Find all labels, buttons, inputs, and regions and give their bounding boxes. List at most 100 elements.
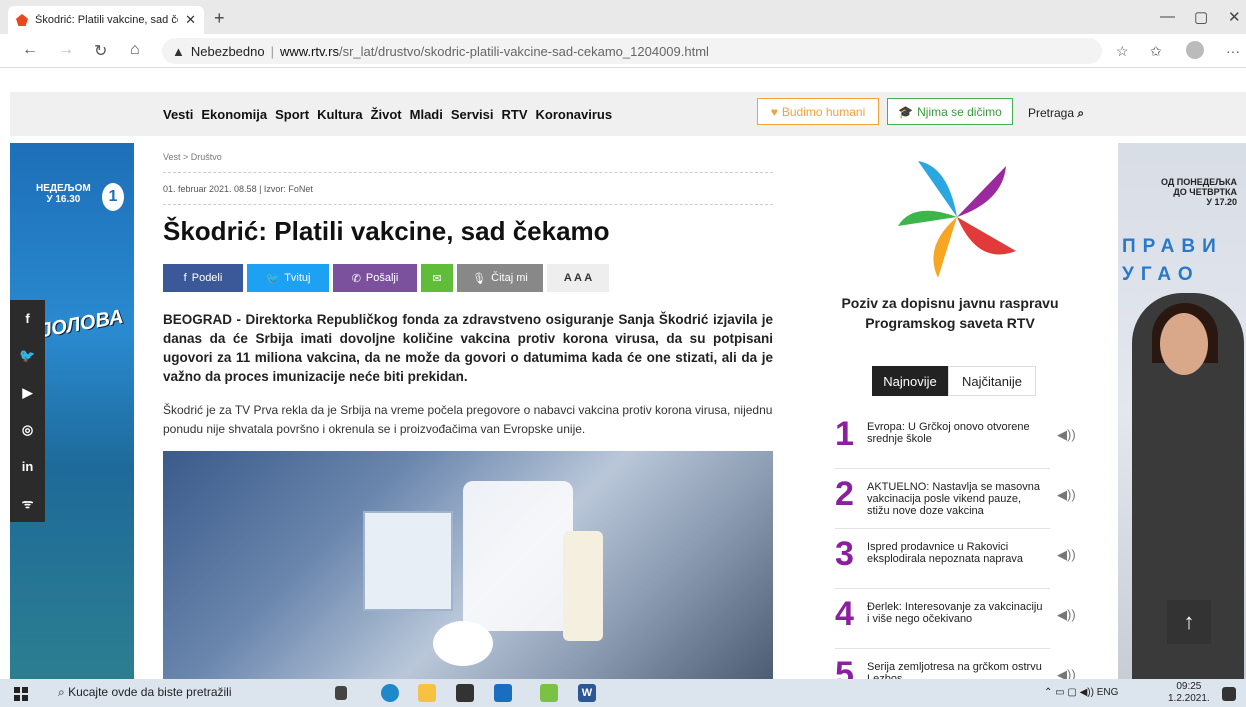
item-title[interactable]: Đerlek: Interesovanje za vakcinaciju i v… xyxy=(867,601,1043,625)
browser-tab-strip: Škodrić: Platili vakcine, sad čekar ✕ + … xyxy=(0,0,1246,34)
programski-savet-logo[interactable] xyxy=(898,156,1016,278)
nav-link-rtv[interactable]: RTV xyxy=(502,107,528,122)
speaker-icon[interactable]: ◀)) xyxy=(1057,547,1076,563)
article-photo xyxy=(163,451,773,679)
language-indicator[interactable]: ENG xyxy=(1097,687,1119,698)
home-icon[interactable]: ⌂ xyxy=(130,41,140,59)
maximize-icon[interactable]: ▢ xyxy=(1194,8,1208,26)
facebook-icon: f xyxy=(183,272,187,284)
security-label: Nebezbedno xyxy=(190,43,265,59)
item-number: 4 xyxy=(835,595,854,633)
minimize-icon[interactable]: — xyxy=(1160,8,1175,25)
search-button[interactable]: Pretraga ⌕ xyxy=(1028,106,1084,121)
file-explorer-icon[interactable] xyxy=(418,684,436,702)
new-tab-button[interactable]: + xyxy=(214,8,225,29)
word-icon[interactable]: W xyxy=(578,684,596,702)
facebook-icon[interactable]: f xyxy=(10,300,45,337)
right-ad-show-title: ПРАВИ УГАО xyxy=(1122,236,1223,285)
nav-link-koronavirus[interactable]: Koronavirus xyxy=(536,107,613,122)
item-title[interactable]: AKTUELNO: Nastavlja se masovna vakcinaci… xyxy=(867,481,1043,517)
nav-link-servisi[interactable]: Servisi xyxy=(451,107,494,122)
close-tab-icon[interactable]: ✕ xyxy=(185,12,196,28)
url-separator: | xyxy=(270,43,274,59)
windows-start-icon[interactable] xyxy=(14,687,28,701)
list-item[interactable]: 2 AKTUELNO: Nastavlja se masovna vakcina… xyxy=(835,473,1076,529)
forward-icon[interactable]: → xyxy=(58,41,74,59)
list-item[interactable]: 1 Evropa: U Grčkoj onovo otvorene srednj… xyxy=(835,413,1076,469)
instagram-icon[interactable]: ◎ xyxy=(10,411,45,448)
email-share-button[interactable]: ✉ xyxy=(421,264,453,292)
url-field[interactable]: ▲ Nebezbedno | www.rtv.rs/sr_lat/drustvo… xyxy=(162,38,1102,64)
nav-link-mladi[interactable]: Mladi xyxy=(410,107,443,122)
font-size-buttons[interactable]: A A A xyxy=(547,264,609,292)
list-item[interactable]: 3 Ispred prodavnice u Rakovici eksplodir… xyxy=(835,533,1076,589)
main-nav-links: Vesti Ekonomija Sport Kultura Život Mlad… xyxy=(163,107,612,122)
photo-cotton xyxy=(433,621,493,666)
tab-newest[interactable]: Najnovije xyxy=(872,366,948,396)
budimo-humani-button[interactable]: ♥ Budimo humani xyxy=(757,98,879,125)
tab-most-read[interactable]: Najčitanije xyxy=(948,366,1036,396)
notifications-icon[interactable] xyxy=(1222,687,1236,701)
twitter-share-button[interactable]: 🐦 Tvituj xyxy=(247,264,329,292)
facebook-share-button[interactable]: f Podeli xyxy=(163,264,243,292)
sidebar-tabs: Najnovije Najčitanije xyxy=(872,366,1036,396)
speaker-icon[interactable]: ◀)) xyxy=(1057,427,1076,443)
speaker-icon[interactable]: ◀)) xyxy=(1057,667,1076,679)
share-label: Podeli xyxy=(191,272,223,284)
item-title[interactable]: Ispred prodavnice u Rakovici eksplodiral… xyxy=(867,541,1043,565)
right-banner-ad[interactable]: ОД ПОНЕДЕЉКА ДО ЧЕТВРТКА У 17.20 ПРАВИ У… xyxy=(1118,143,1246,679)
viber-share-button[interactable]: ✆ Pošalji xyxy=(333,264,417,292)
mail-icon[interactable] xyxy=(494,684,512,702)
rtv-favicon-icon xyxy=(16,14,28,26)
left-ad-show-title: ЈОЛОВА xyxy=(38,305,126,343)
taskbar-search[interactable]: ⌕ Kucajte ovde da biste pretražili xyxy=(58,685,232,700)
nav-link-vesti[interactable]: Vesti xyxy=(163,107,193,122)
photo-box xyxy=(363,511,453,611)
presenter-face xyxy=(1160,313,1208,375)
poziv-title[interactable]: Poziv za dopisnu javnu raspravu Programs… xyxy=(830,293,1070,333)
back-icon[interactable]: ← xyxy=(22,41,38,59)
store-icon[interactable] xyxy=(456,684,474,702)
read-to-me-button[interactable]: 🎙 Čitaj mi xyxy=(457,264,543,292)
divider xyxy=(163,172,773,173)
nav-link-ekonomija[interactable]: Ekonomija xyxy=(201,107,267,122)
list-item[interactable]: 4 Đerlek: Interesovanje za vakcinaciju i… xyxy=(835,593,1076,649)
share-bar: f Podeli 🐦 Tvituj ✆ Pošalji ✉ 🎙 Čitaj mi… xyxy=(163,264,609,292)
app-icon[interactable] xyxy=(540,684,558,702)
refresh-icon[interactable]: ↻ xyxy=(94,41,107,61)
linkedin-icon[interactable]: in xyxy=(10,448,45,485)
twitter-icon[interactable]: 🐦 xyxy=(10,337,45,374)
list-item[interactable]: 5 Serija zemljotresa na grčkom ostrvu Le… xyxy=(835,653,1076,679)
left-ad-schedule: НЕДЕЉОМ У 16.30 xyxy=(36,183,91,205)
nav-link-sport[interactable]: Sport xyxy=(275,107,309,122)
photo-bottle xyxy=(563,531,603,641)
item-number: 2 xyxy=(835,475,854,513)
left-ad-channel-logo: 1 xyxy=(102,183,124,211)
taskbar-clock[interactable]: 09:25 1.2.2021. xyxy=(1168,681,1210,705)
favorites-icon[interactable]: ✩ xyxy=(1150,43,1162,60)
task-view-icon[interactable] xyxy=(335,686,347,700)
nav-link-zivot[interactable]: Život xyxy=(371,107,402,122)
article-headline: Škodrić: Platili vakcine, sad čekamo xyxy=(163,216,610,246)
youtube-icon[interactable]: ▶ xyxy=(10,374,45,411)
nav-link-kultura[interactable]: Kultura xyxy=(317,107,363,122)
warning-icon: ▲ xyxy=(172,43,185,59)
breadcrumb[interactable]: Vest > Društvo xyxy=(163,152,222,162)
speaker-icon[interactable]: ◀)) xyxy=(1057,607,1076,623)
read-aloud-icon[interactable]: ☆ xyxy=(1116,43,1129,60)
system-tray[interactable]: ⌃ ▭ ▢ ◀)) ENG xyxy=(1044,687,1118,698)
rss-icon[interactable]: ᯤ xyxy=(10,485,45,522)
more-menu-icon[interactable]: ··· xyxy=(1226,43,1240,59)
njima-se-dicimo-button[interactable]: 🎓 Njima se dičimo xyxy=(887,98,1013,125)
speaker-icon[interactable]: ◀)) xyxy=(1057,487,1076,503)
search-label: Pretraga xyxy=(1028,106,1075,120)
item-number: 1 xyxy=(835,415,854,453)
heart-icon: ♥ xyxy=(770,104,778,119)
item-title[interactable]: Serija zemljotresa na grčkom ostrvu Lezb… xyxy=(867,661,1043,679)
close-window-icon[interactable]: ✕ xyxy=(1228,8,1241,26)
edge-browser-icon[interactable] xyxy=(381,684,399,702)
scroll-to-top-button[interactable]: ↑ xyxy=(1167,600,1211,644)
browser-tab[interactable]: Škodrić: Platili vakcine, sad čekar ✕ xyxy=(8,6,204,34)
profile-avatar[interactable] xyxy=(1186,41,1204,59)
item-title[interactable]: Evropa: U Grčkoj onovo otvorene srednje … xyxy=(867,421,1043,445)
